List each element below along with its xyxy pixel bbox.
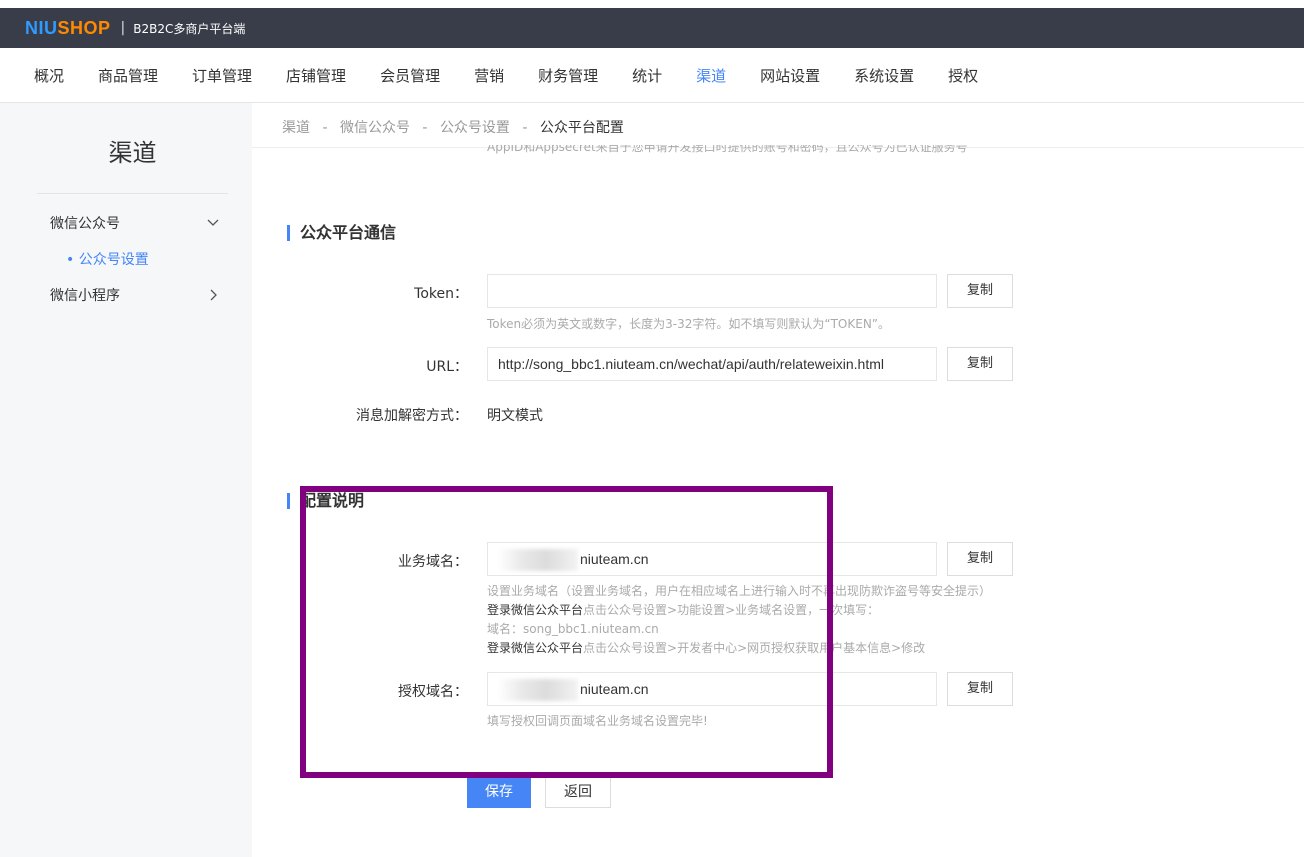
business-domain-step2: 登录微信公众平台点击公众号设置>开发者中心>网页授权获取用户基本信息>修改 (487, 639, 925, 656)
chevron-down-icon (207, 219, 219, 226)
sidebar-item-label: 微信小程序 (50, 288, 120, 304)
topbar-inner: NIU SHOP | B2B2C多商户平台端 (0, 8, 1304, 48)
token-tip: Token必须为英文或数字，长度为3-32字符。如不填写则默认为“TOKEN”。 (487, 317, 891, 331)
token-label: Token： (414, 286, 468, 302)
auth-domain-value: niuteam.cn (580, 681, 649, 697)
auth-domain-tip: 填写授权回调页面域名业务域名设置完毕! (487, 714, 708, 728)
chevron-right-icon (210, 289, 217, 301)
nav-item-stats[interactable]: 统计 (632, 65, 662, 86)
nav-item-channel[interactable]: 渠道 (696, 65, 726, 86)
sidebar-item-wechat-official[interactable]: 微信公众号 (50, 213, 220, 233)
sidebar-item-label: 微信公众号 (50, 216, 120, 232)
business-domain-value: niuteam.cn (580, 551, 649, 567)
nav-item-goods[interactable]: 商品管理 (98, 65, 158, 86)
auth-domain-label: 授权域名： (398, 684, 468, 700)
logo-part1: NIU (25, 17, 58, 38)
breadcrumb-separator: - (322, 120, 328, 136)
logo[interactable]: NIU SHOP (25, 18, 111, 39)
redacted-blur (498, 679, 578, 702)
business-domain-tip: 设置业务域名（设置业务域名，用户在相应域名上进行输入时不再出现防欺诈盗号等安全提… (487, 584, 992, 598)
nav-item-site-settings[interactable]: 网站设置 (760, 65, 820, 86)
sidebar-subitem-official-settings[interactable]: • 公众号设置 (66, 249, 149, 269)
topbar: NIU SHOP | B2B2C多商户平台端 (0, 0, 1304, 48)
copy-url-button[interactable]: 复制 (947, 347, 1013, 381)
redacted-blur (498, 549, 578, 572)
url-label: URL： (426, 359, 468, 375)
breadcrumb-current: 公众平台配置 (539, 120, 624, 136)
step1-platform: 登录微信公众平台 (487, 603, 584, 617)
save-button[interactable]: 保存 (467, 776, 531, 808)
breadcrumb-separator: - (522, 120, 528, 136)
nav-item-overview[interactable]: 概况 (34, 65, 64, 86)
nav-item-shops[interactable]: 店铺管理 (286, 65, 346, 86)
step2-text: 点击公众号设置>开发者中心>网页授权获取用户基本信息>修改 (583, 641, 926, 655)
step2-platform: 登录微信公众平台 (487, 641, 584, 655)
system-separator: | (120, 20, 126, 36)
appid-tip: AppID和Appsecret来自于您申请开发接口时提供的账号和密码，且公众号为… (487, 145, 968, 154)
copy-business-domain-button[interactable]: 复制 (947, 542, 1013, 576)
business-domain-example: 域名：song_bbc1.niuteam.cn (487, 622, 659, 636)
system-name: B2B2C多商户平台端 (133, 21, 246, 36)
business-domain-label: 业务域名： (398, 554, 468, 570)
logo-part2: SHOP (57, 17, 111, 38)
back-button[interactable]: 返回 (545, 776, 611, 808)
sidebar-title: 渠道 (37, 103, 228, 194)
copy-auth-domain-button[interactable]: 复制 (947, 672, 1013, 706)
nav-item-system-settings[interactable]: 系统设置 (854, 65, 914, 86)
business-domain-step1: 登录微信公众平台点击公众号设置>功能设置>业务域名设置，一次填写： (487, 601, 879, 618)
nav-item-marketing[interactable]: 营销 (474, 65, 504, 86)
step1-text: 点击公众号设置>功能设置>业务域名设置，一次填写： (583, 603, 880, 617)
main-nav: 概况 商品管理 订单管理 店铺管理 会员管理 营销 财务管理 统计 渠道 网站设… (0, 48, 1304, 103)
business-domain-input[interactable]: niuteam.cn (487, 542, 937, 576)
nav-item-members[interactable]: 会员管理 (380, 65, 440, 86)
nav-item-finance[interactable]: 财务管理 (538, 65, 598, 86)
breadcrumb-separator: - (422, 120, 428, 136)
sidebar-item-wechat-miniprogram[interactable]: 微信小程序 (50, 285, 220, 305)
breadcrumb-item[interactable]: 渠道 (282, 120, 310, 136)
breadcrumb: 渠道 - 微信公众号 - 公众号设置 - 公众平台配置 (282, 117, 624, 137)
breadcrumb-item[interactable]: 公众号设置 (440, 120, 510, 136)
copy-token-button[interactable]: 复制 (947, 274, 1013, 308)
auth-domain-input[interactable]: niuteam.cn (487, 672, 937, 706)
url-input[interactable]: http://song_bbc1.niuteam.cn/wechat/api/a… (487, 347, 937, 381)
main-content: 渠道 - 微信公众号 - 公众号设置 - 公众平台配置 AppID和Appsec… (252, 103, 1304, 857)
encrypt-value: 明文模式 (487, 408, 543, 424)
encrypt-label: 消息加解密方式： (356, 408, 468, 424)
token-input[interactable] (487, 274, 937, 308)
sidebar: 渠道 微信公众号 • 公众号设置 微信小程序 (0, 103, 252, 857)
nav-item-license[interactable]: 授权 (948, 65, 978, 86)
breadcrumb-item[interactable]: 微信公众号 (340, 120, 410, 136)
section-title-communication: 公众平台通信 (287, 225, 396, 241)
section-title-config: 配置说明 (287, 493, 364, 509)
nav-item-orders[interactable]: 订单管理 (192, 65, 252, 86)
